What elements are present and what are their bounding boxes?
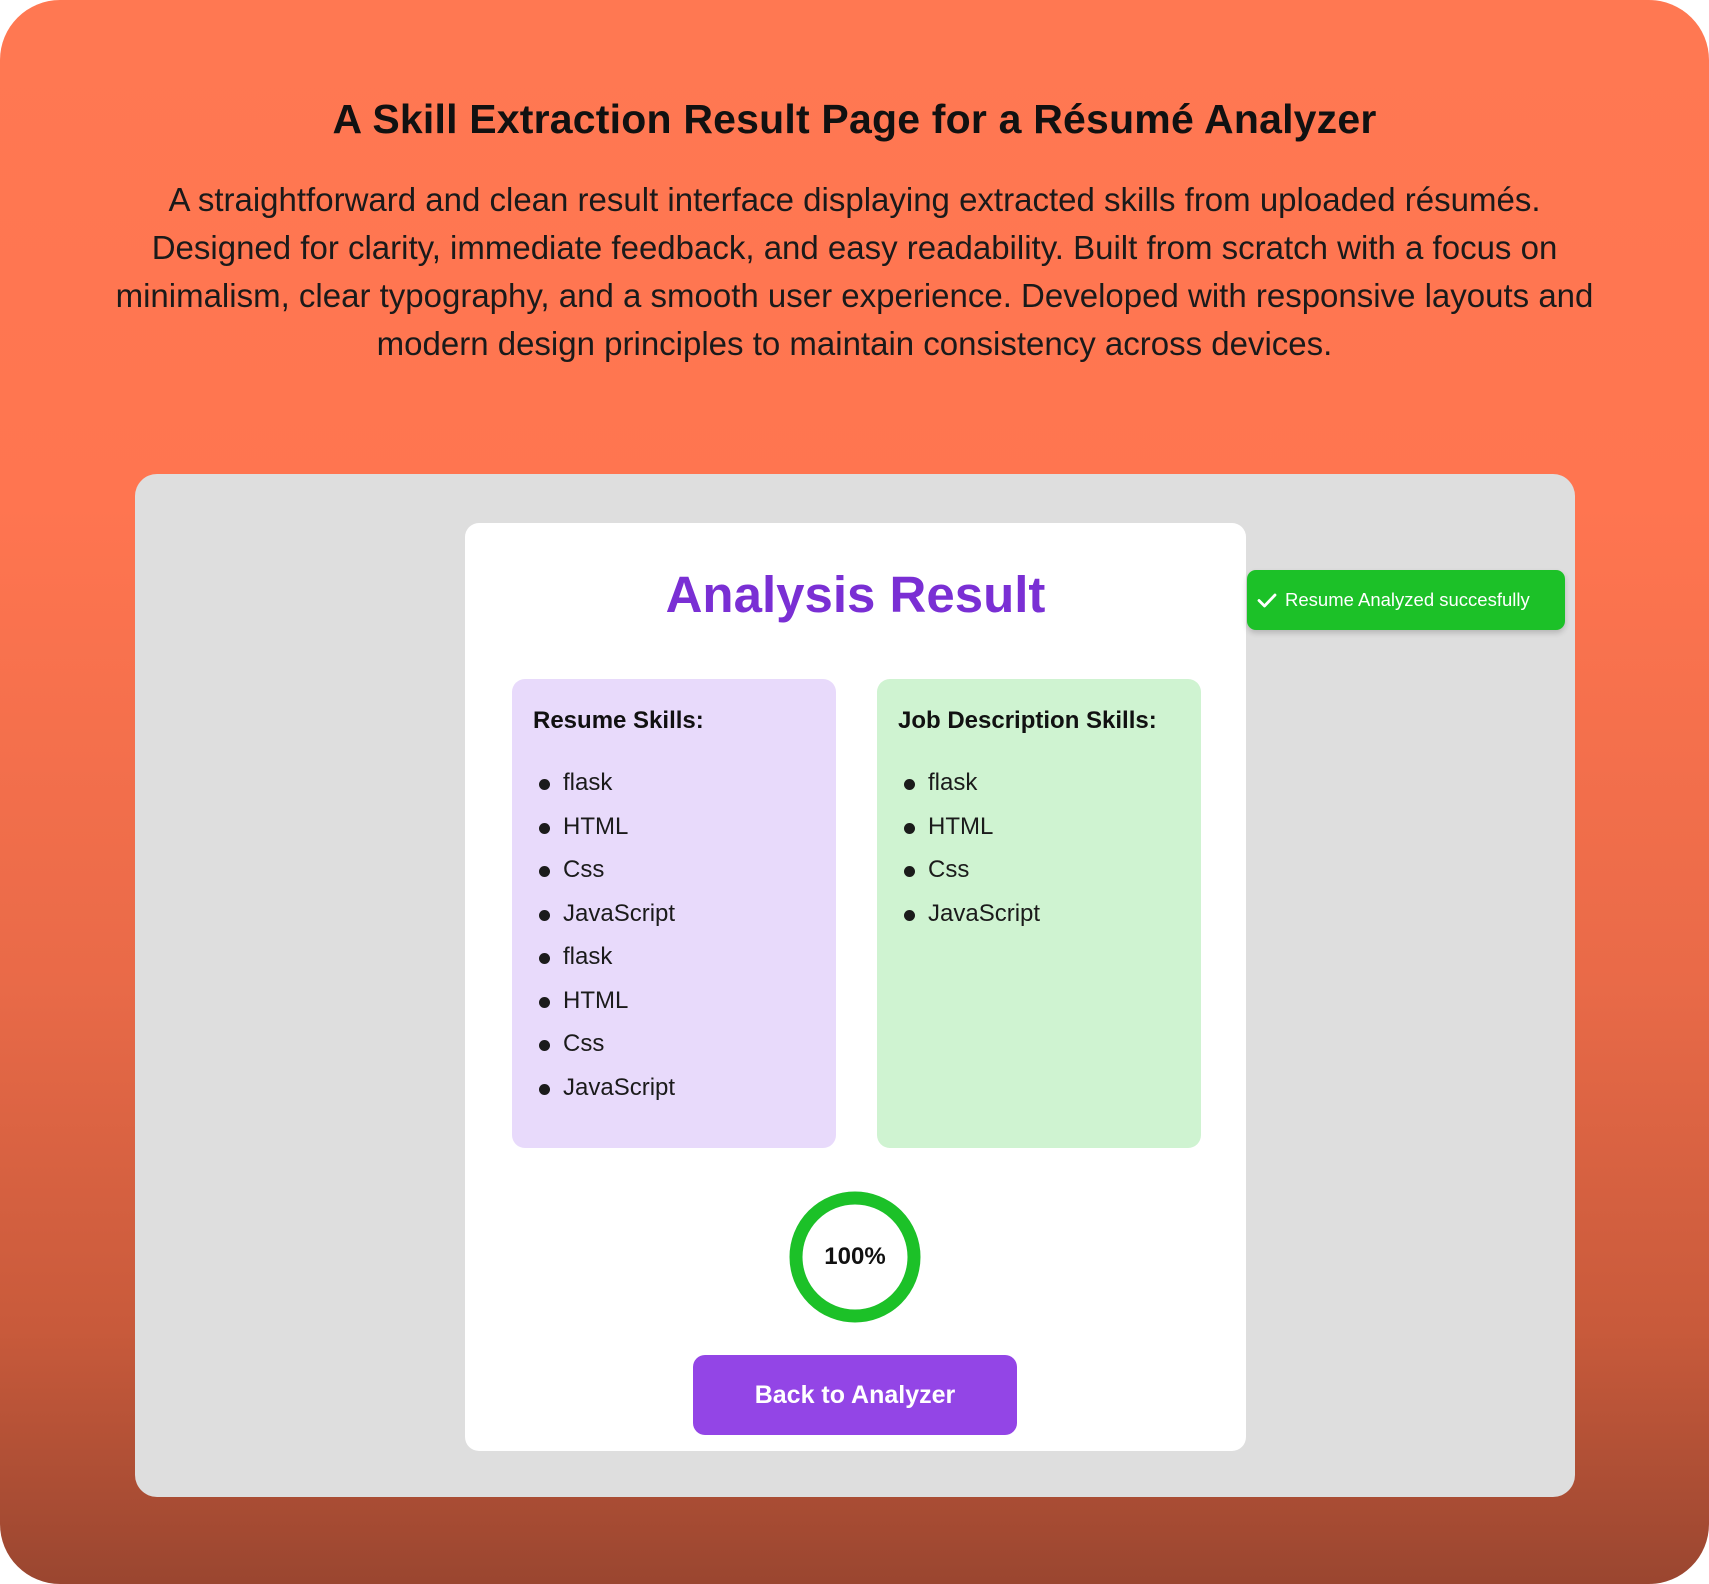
list-item: flask bbox=[533, 935, 816, 979]
skill-label: HTML bbox=[563, 812, 629, 840]
list-item: Css bbox=[898, 848, 1181, 892]
skill-label: JavaScript bbox=[928, 899, 1041, 927]
bullet-icon bbox=[539, 866, 550, 877]
bullet-icon bbox=[904, 909, 915, 921]
skill-label: Css bbox=[563, 1030, 605, 1057]
list-item: HTML bbox=[533, 979, 816, 1023]
result-card: Analysis Result Resume Skills: flask HTM… bbox=[465, 523, 1246, 1451]
bullet-icon bbox=[539, 953, 550, 964]
resume-skills-panel: Resume Skills: flask HTML Css JavaScript… bbox=[512, 679, 836, 1148]
skill-label: Css bbox=[563, 856, 605, 883]
bullet-icon bbox=[539, 1083, 550, 1095]
skill-label: flask bbox=[928, 769, 978, 796]
list-item: HTML bbox=[898, 805, 1181, 849]
match-score-label: 100% bbox=[824, 1243, 886, 1270]
showcase-title: A Skill Extraction Result Page for a Rés… bbox=[332, 96, 1377, 142]
list-item: JavaScript bbox=[898, 892, 1181, 936]
skill-label: HTML bbox=[563, 986, 629, 1014]
success-toast: Resume Analyzed succesfully bbox=[1247, 570, 1565, 630]
bullet-icon bbox=[539, 779, 550, 790]
job-skills-list: flask HTML Css JavaScript bbox=[898, 761, 1181, 935]
job-skills-panel: Job Description Skills: flask HTML Css J… bbox=[877, 679, 1201, 1148]
list-item: Css bbox=[533, 848, 816, 892]
skill-label: flask bbox=[563, 769, 613, 796]
skill-label: Css bbox=[928, 856, 970, 883]
skill-label: flask bbox=[563, 943, 613, 970]
check-icon bbox=[1257, 593, 1277, 608]
back-to-analyzer-button[interactable]: Back to Analyzer bbox=[693, 1355, 1017, 1435]
list-item: HTML bbox=[533, 805, 816, 849]
bullet-icon bbox=[904, 779, 915, 790]
resume-skills-heading: Resume Skills: bbox=[533, 707, 704, 734]
showcase-description: A straightforward and clean result inter… bbox=[115, 181, 1594, 362]
list-item: JavaScript bbox=[533, 892, 816, 936]
bullet-icon bbox=[904, 822, 915, 834]
match-score-ring: 100% bbox=[789, 1191, 921, 1323]
list-item: flask bbox=[898, 761, 1181, 805]
skill-label: JavaScript bbox=[563, 899, 676, 927]
bullet-icon bbox=[904, 866, 915, 877]
list-item: JavaScript bbox=[533, 1066, 816, 1110]
list-item: Css bbox=[533, 1022, 816, 1066]
list-item: flask bbox=[533, 761, 816, 805]
bullet-icon bbox=[539, 1040, 550, 1051]
job-skills-heading: Job Description Skills: bbox=[898, 707, 1157, 734]
skill-label: JavaScript bbox=[563, 1073, 676, 1101]
page-title: Analysis Result bbox=[665, 566, 1046, 623]
resume-skills-list: flask HTML Css JavaScript flask HTML Css… bbox=[533, 761, 816, 1109]
bullet-icon bbox=[539, 996, 550, 1008]
showcase-backdrop: A Skill Extraction Result Page for a Rés… bbox=[0, 0, 1709, 1584]
bullet-icon bbox=[539, 822, 550, 834]
bullet-icon bbox=[539, 909, 550, 921]
skill-label: HTML bbox=[928, 812, 994, 840]
toast-message: Resume Analyzed succesfully bbox=[1285, 589, 1530, 610]
